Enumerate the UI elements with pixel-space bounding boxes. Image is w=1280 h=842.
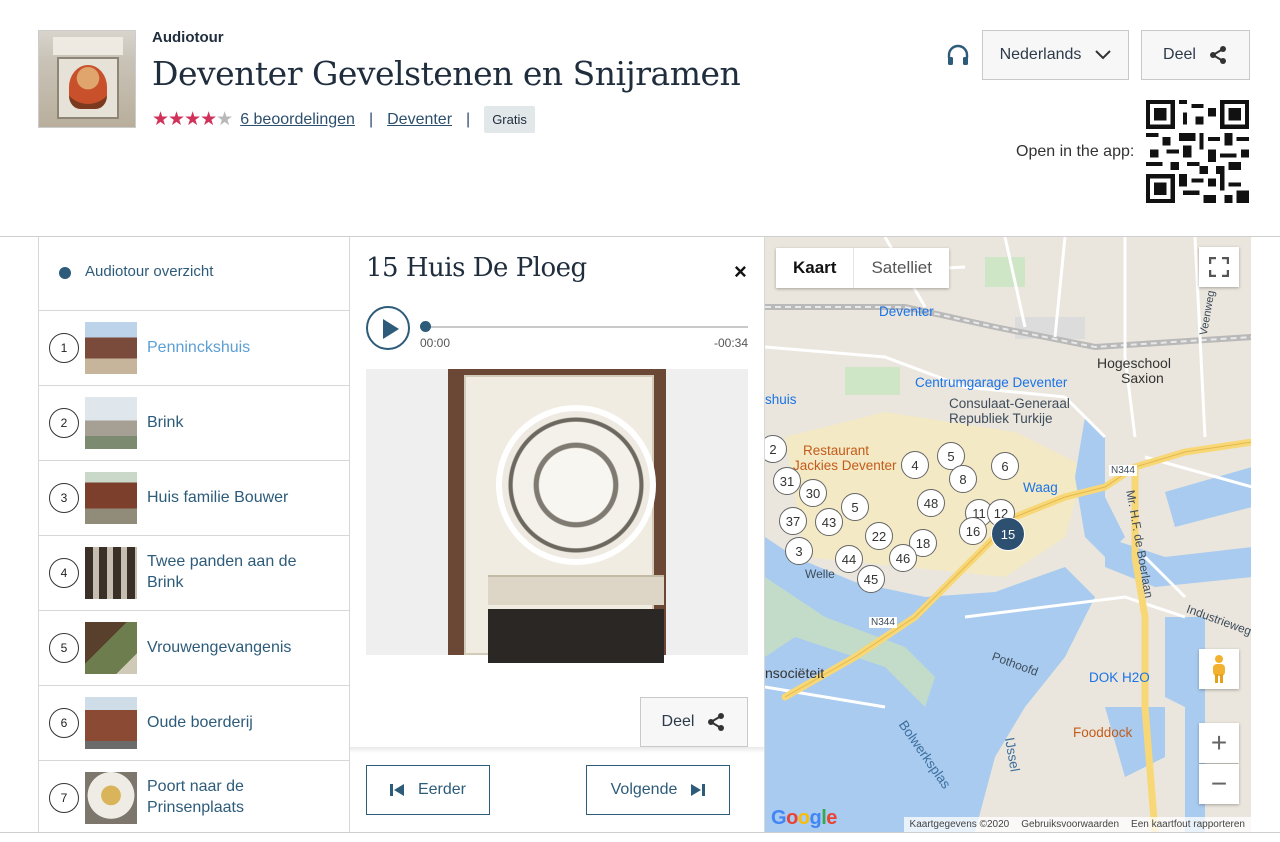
close-icon[interactable]: × [734, 259, 747, 285]
stop-item-1[interactable]: 1 Penninckshuis [39, 311, 349, 386]
map-pin[interactable]: 45 [857, 565, 885, 593]
map-pin[interactable]: 37 [779, 507, 807, 535]
previous-button[interactable]: Eerder [366, 765, 490, 815]
stop-photo [85, 772, 137, 824]
map-view[interactable]: Kaart Satelliet Deventer Hogeschool Saxi… [764, 237, 1251, 832]
fullscreen-button[interactable] [1199, 247, 1239, 287]
map-pin[interactable]: 5 [841, 493, 869, 521]
map-pin[interactable]: 48 [917, 489, 945, 517]
stop-share-button[interactable]: Deel [640, 697, 748, 747]
map-pin[interactable]: 22 [865, 522, 893, 550]
audio-progress-track[interactable] [424, 326, 748, 328]
stop-item-5[interactable]: 5 Vrouwengevangenis [39, 611, 349, 686]
elapsed-time: 00:00 [420, 336, 451, 350]
share-button[interactable]: Deel [1141, 30, 1250, 80]
pegman-icon [1213, 655, 1225, 683]
tour-meta: ★★★★★ 6 beoordelingen | Deventer | Grati… [152, 106, 535, 133]
stop-photo [85, 397, 137, 449]
qr-code[interactable] [1146, 100, 1249, 203]
language-select[interactable]: Nederlands [982, 30, 1129, 80]
stop-item-4[interactable]: 4 Twee panden aan de Brink [39, 536, 349, 611]
timeline-dot [59, 267, 71, 279]
stop-photo [85, 697, 137, 749]
tour-header: Audiotour Deventer Gevelstenen en Snijra… [0, 0, 1280, 236]
terms-link[interactable]: Gebruiksvoorwaarden [1021, 819, 1119, 830]
stop-title: 15 Huis De Ploeg [366, 253, 587, 283]
map-pin[interactable]: 4 [901, 451, 929, 479]
stop-photo-large [366, 369, 748, 663]
stop-item-6[interactable]: 6 Oude boerderij [39, 686, 349, 761]
audio-progress-handle[interactable] [420, 321, 431, 332]
stop-photo [85, 472, 137, 524]
map-attribution: Kaartgegevens ©2020 Gebruiksvoorwaarden … [903, 817, 1251, 832]
play-button[interactable] [366, 306, 410, 350]
tour-kicker: Audiotour [152, 29, 224, 46]
stop-item-2[interactable]: 2 Brink [39, 386, 349, 461]
remaining-time: -00:34 [713, 336, 748, 350]
map-pin[interactable]: 3 [785, 537, 813, 565]
share-icon [1209, 46, 1226, 64]
map-pin[interactable]: 8 [949, 465, 977, 493]
overview-item[interactable]: Audiotour overzicht [39, 237, 349, 311]
zoom-in-button[interactable]: + [1199, 723, 1239, 763]
map-pin[interactable]: 43 [815, 508, 843, 536]
report-error-link[interactable]: Een kaartfout rapporteren [1131, 819, 1245, 830]
map-pin[interactable]: 6 [991, 452, 1019, 480]
chevron-down-icon [1095, 50, 1112, 60]
share-icon [708, 713, 725, 731]
zoom-out-button[interactable]: − [1199, 764, 1239, 804]
headphones-icon [947, 44, 969, 65]
tour-stop-list: Audiotour overzicht 1 Penninckshuis 2 Br… [38, 237, 350, 832]
map-tab-satelliet[interactable]: Satelliet [854, 248, 948, 288]
open-app-label: Open in the app: [1016, 143, 1135, 160]
skip-back-icon [389, 784, 404, 796]
next-button[interactable]: Volgende [586, 765, 730, 815]
map-pin[interactable]: 31 [773, 467, 801, 495]
price-badge: Gratis [484, 106, 535, 133]
stop-photo [85, 547, 137, 599]
map-pin-active[interactable]: 15 [991, 517, 1025, 551]
fullscreen-icon [1209, 257, 1229, 277]
map-tab-kaart[interactable]: Kaart [776, 248, 855, 288]
map-type-tabs: Kaart Satelliet [776, 248, 949, 288]
map-pin[interactable]: 16 [959, 517, 987, 545]
stop-item-7[interactable]: 7 Poort naar de Prinsenplaats [39, 761, 349, 832]
map-pin[interactable]: 30 [799, 479, 827, 507]
location-link[interactable]: Deventer [387, 111, 452, 129]
map-pin[interactable]: 46 [889, 544, 917, 572]
reviews-link[interactable]: 6 beoordelingen [240, 111, 355, 129]
stop-item-3[interactable]: 3 Huis familie Bouwer [39, 461, 349, 536]
google-logo: Google [771, 807, 837, 829]
stop-photo [85, 322, 137, 374]
stop-photo [85, 622, 137, 674]
skip-forward-icon [691, 784, 706, 796]
tour-thumbnail [38, 30, 136, 128]
map-pin[interactable]: 44 [835, 545, 863, 573]
street-view-button[interactable] [1199, 649, 1239, 689]
rating-stars: ★★★★★ [152, 109, 233, 130]
page-title: Deventer Gevelstenen en Snijramen [152, 54, 741, 93]
